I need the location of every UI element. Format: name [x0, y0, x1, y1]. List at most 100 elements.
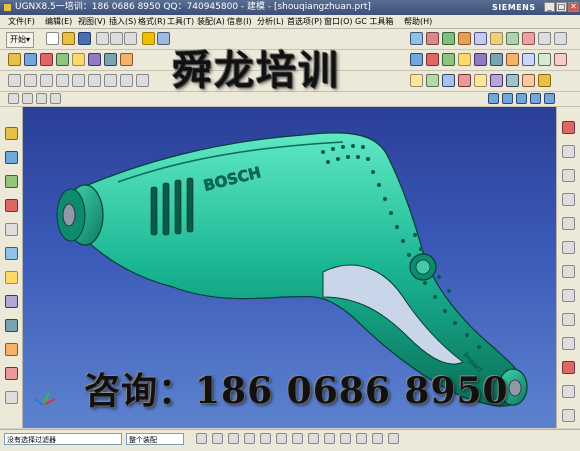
cylinder-icon[interactable]	[88, 53, 101, 66]
settings-icon[interactable]	[538, 32, 551, 45]
menu-gc-toolbox[interactable]: GC 工具箱	[355, 15, 393, 28]
through-curves-icon[interactable]	[442, 74, 455, 87]
system-materials-icon[interactable]	[5, 295, 18, 308]
split-body-icon[interactable]	[538, 53, 551, 66]
divide-curve-icon[interactable]	[22, 93, 33, 104]
menu-format[interactable]: 格式(R)	[138, 15, 166, 28]
unite-icon[interactable]	[410, 53, 423, 66]
paste-icon[interactable]	[124, 32, 137, 45]
snap-control-point-icon[interactable]	[562, 169, 575, 182]
menu-info[interactable]: 信息(I)	[227, 15, 252, 28]
view-front-icon[interactable]	[502, 93, 513, 104]
type-filter-select[interactable]: 没有选择过滤器	[4, 433, 122, 445]
orient-view-icon[interactable]	[458, 32, 471, 45]
web-browser-icon[interactable]	[5, 247, 18, 260]
snap-intersection-icon[interactable]	[562, 193, 575, 206]
minimize-button[interactable]: _	[544, 2, 555, 12]
layer-icon[interactable]	[442, 32, 455, 45]
sphere-icon[interactable]	[120, 53, 133, 66]
snap-point-icon[interactable]	[212, 433, 223, 444]
draft-icon[interactable]	[506, 53, 519, 66]
snap-pole-icon[interactable]	[562, 361, 575, 374]
snap-grid-status-icon[interactable]	[372, 433, 383, 444]
subtract-icon[interactable]	[426, 53, 439, 66]
offset-surface-icon[interactable]	[474, 74, 487, 87]
snap-on-curve-status-icon[interactable]	[324, 433, 335, 444]
view-fit-icon[interactable]	[410, 32, 423, 45]
view-top-icon[interactable]	[488, 93, 499, 104]
menu-analysis[interactable]: 分析(L)	[257, 15, 284, 28]
snap-arc-center-icon[interactable]	[562, 409, 575, 422]
start-button[interactable]: 开始▾	[6, 32, 35, 48]
chamfer-icon[interactable]	[474, 53, 487, 66]
maximize-button[interactable]: □	[556, 2, 567, 12]
snap-center-icon[interactable]	[562, 217, 575, 230]
polygon-icon[interactable]	[88, 74, 101, 87]
thicken-icon[interactable]	[538, 74, 551, 87]
wireframe-icon[interactable]	[506, 32, 519, 45]
history-icon[interactable]	[5, 271, 18, 284]
swept-icon[interactable]	[426, 74, 439, 87]
snap-midpoint-status-icon[interactable]	[244, 433, 255, 444]
system-scenes-icon[interactable]	[5, 391, 18, 404]
assembly-navigator-icon[interactable]	[5, 127, 18, 140]
snap-quadrant-status-icon[interactable]	[276, 433, 287, 444]
open-folder-icon[interactable]	[62, 32, 75, 45]
helix-icon[interactable]	[136, 74, 149, 87]
extrude-icon[interactable]	[8, 53, 21, 66]
menu-preferences[interactable]: 首选项(P)	[287, 15, 322, 28]
revolve-icon[interactable]	[24, 53, 37, 66]
help-icon[interactable]	[554, 32, 567, 45]
edge-icon[interactable]	[522, 32, 535, 45]
sew-icon[interactable]	[490, 74, 503, 87]
arc-icon[interactable]	[40, 74, 53, 87]
fillet-curve-icon[interactable]	[36, 93, 47, 104]
view-iso-icon[interactable]	[530, 93, 541, 104]
snap-tangent-status-icon[interactable]	[308, 433, 319, 444]
manufacturing-wizard-icon[interactable]	[5, 343, 18, 356]
menu-window[interactable]: 窗口(O)	[324, 15, 353, 28]
snap-midpoint-icon[interactable]	[562, 145, 575, 158]
rectangle-icon[interactable]	[72, 74, 85, 87]
menu-file[interactable]: 文件(F)	[8, 15, 35, 28]
render-style-icon[interactable]	[426, 32, 439, 45]
snap-existing-status-icon[interactable]	[388, 433, 399, 444]
offset-curve-icon[interactable]	[50, 93, 61, 104]
edge-blend-icon[interactable]	[458, 53, 471, 66]
snap-bounded-grid-icon[interactable]	[562, 337, 575, 350]
new-file-icon[interactable]	[46, 32, 59, 45]
selection-scope-select[interactable]: 整个装配	[126, 433, 184, 445]
point-icon[interactable]	[8, 74, 21, 87]
copy-icon[interactable]	[110, 32, 123, 45]
patch-icon[interactable]	[506, 74, 519, 87]
line-icon[interactable]	[24, 74, 37, 87]
snap-center-status-icon[interactable]	[260, 433, 271, 444]
view-trimetric-icon[interactable]	[544, 93, 555, 104]
reuse-library-icon[interactable]	[5, 199, 18, 212]
menu-help[interactable]: 帮助(H)	[404, 15, 432, 28]
snap-on-curve-icon[interactable]	[562, 289, 575, 302]
hd3d-tools-icon[interactable]	[5, 223, 18, 236]
spline-icon[interactable]	[56, 74, 69, 87]
menu-insert[interactable]: 插入(S)	[109, 15, 136, 28]
snap-endpoint-status-icon[interactable]	[228, 433, 239, 444]
intersect-icon[interactable]	[442, 53, 455, 66]
hole-icon[interactable]	[40, 53, 53, 66]
boss-icon[interactable]	[56, 53, 69, 66]
bounded-plane-icon[interactable]	[458, 74, 471, 87]
snap-intersection-status-icon[interactable]	[292, 433, 303, 444]
snap-on-face-icon[interactable]	[562, 313, 575, 326]
sketch-icon[interactable]	[142, 32, 155, 45]
save-icon[interactable]	[78, 32, 91, 45]
process-studio-icon[interactable]	[5, 319, 18, 332]
snap-pole-status-icon[interactable]	[356, 433, 367, 444]
snap-endpoint-icon[interactable]	[562, 121, 575, 134]
cut-icon[interactable]	[96, 32, 109, 45]
trim-body-icon[interactable]	[522, 53, 535, 66]
part-navigator-icon[interactable]	[5, 175, 18, 188]
snap-on-face-status-icon[interactable]	[340, 433, 351, 444]
snap-quadrant-icon[interactable]	[562, 241, 575, 254]
offset-face-icon[interactable]	[554, 53, 567, 66]
shade-icon[interactable]	[490, 32, 503, 45]
snap-enable-icon[interactable]	[196, 433, 207, 444]
